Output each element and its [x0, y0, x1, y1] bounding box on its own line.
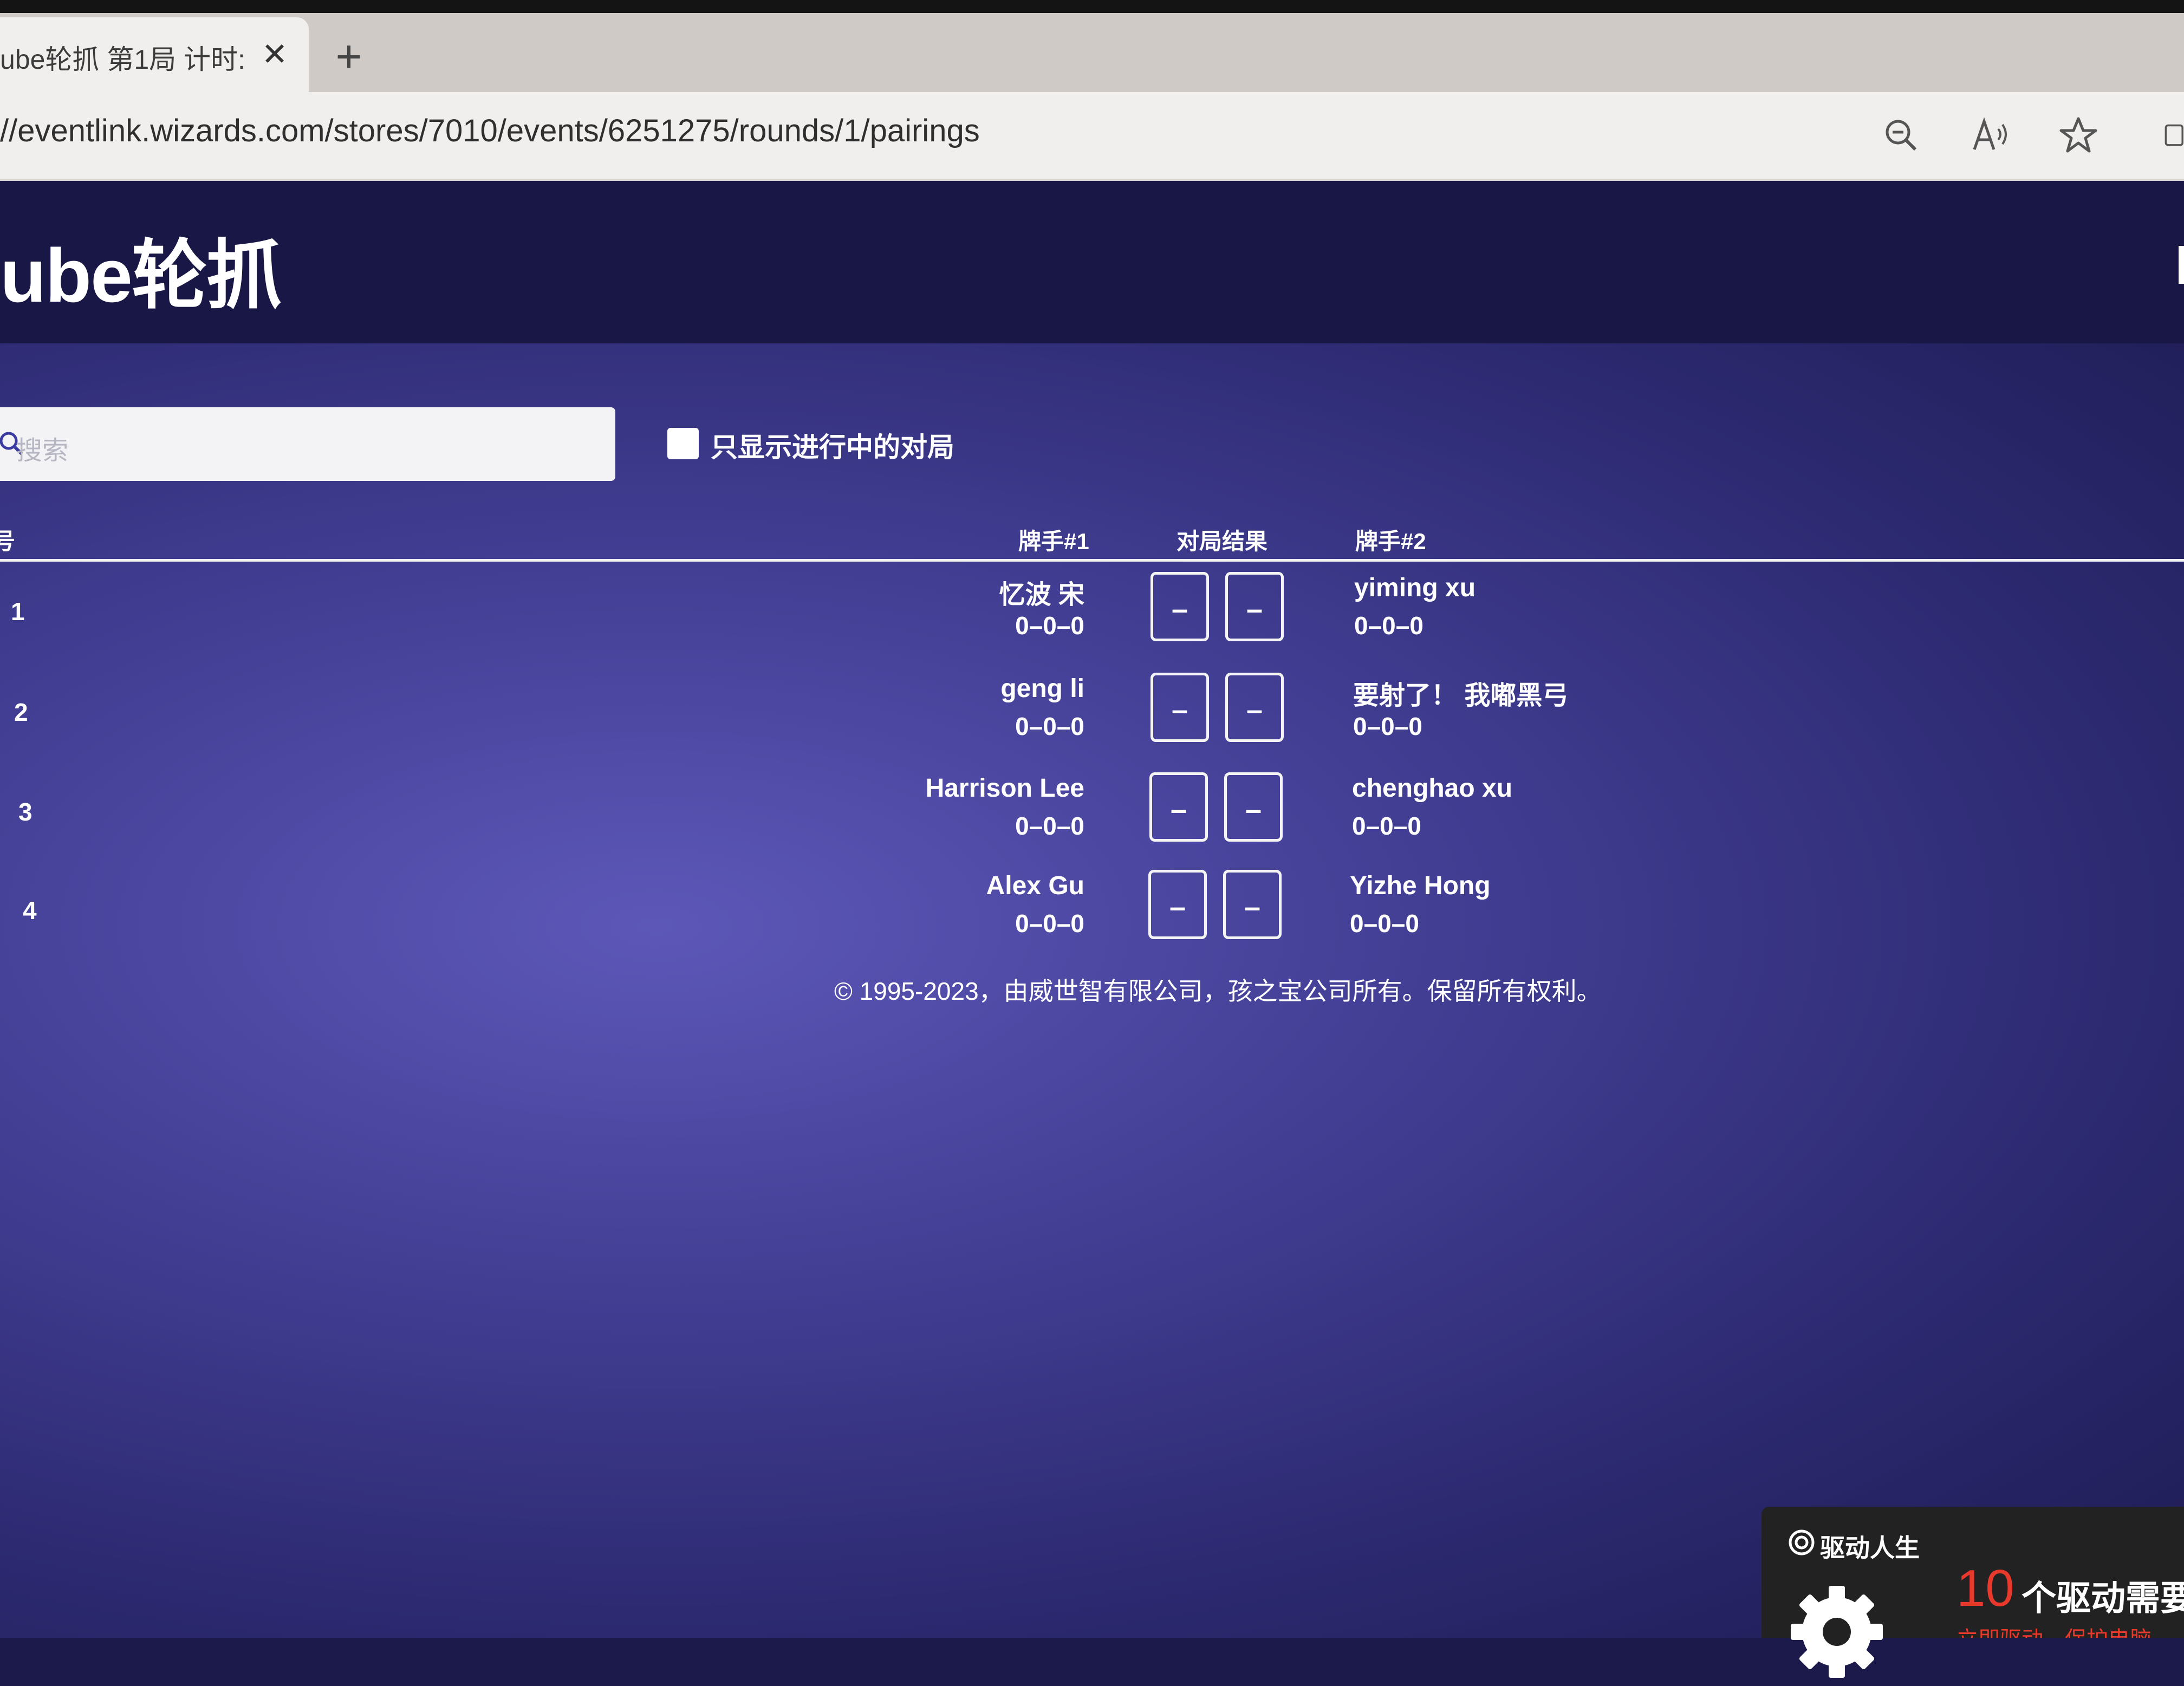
player1-record: 0–0–0: [1015, 812, 1084, 840]
active-matches-label[interactable]: 只显示进行中的对局: [711, 426, 954, 465]
browser-tab[interactable]: ube轮抓 第1局 计时: ✕: [0, 17, 309, 92]
player1-wins-box[interactable]: –: [1148, 870, 1207, 939]
player1-wins-box[interactable]: –: [1150, 673, 1209, 742]
player2-wins-box[interactable]: –: [1224, 772, 1283, 842]
copyright-footer: © 1995-2023，由威世智有限公司，孩之宝公司所有。保留所有权利。: [834, 977, 1602, 1005]
tab-title: ube轮抓 第1局 计时:: [0, 44, 245, 75]
table-number: 3: [18, 798, 32, 826]
driver-notification-popup[interactable]: 驱动人生 10 个驱动需要 立即驱动，保护电脑: [1761, 1507, 2184, 1678]
player2-record: 0–0–0: [1352, 812, 1421, 840]
zoom-out-icon[interactable]: [1877, 112, 1924, 158]
player2-name: yiming xu: [1354, 574, 1476, 602]
table-row: 1 忆波 宋 0–0–0 – – yiming xu 0–0–0: [0, 570, 2184, 667]
player2-record: 0–0–0: [1353, 712, 1422, 740]
column-header-player1[interactable]: 牌手#1: [1018, 523, 1089, 556]
player2-record: 0–0–0: [1350, 909, 1419, 938]
table-row: 2 geng li 0–0–0 – – 要射了！ 我嘟黑弓 0–0–0: [0, 671, 2184, 768]
url-text[interactable]: //eventlink.wizards.com/stores/7010/even…: [0, 113, 980, 149]
player1-name: Alex Gu: [986, 871, 1084, 900]
table-number: 4: [23, 896, 37, 925]
table-row: 3 Harrison Lee 0–0–0 – – chenghao xu 0–0…: [0, 770, 2184, 868]
player2-record: 0–0–0: [1354, 611, 1424, 640]
player1-wins-box[interactable]: –: [1149, 772, 1208, 842]
player1-name: geng li: [1000, 674, 1084, 703]
player1-name: 忆波 宋: [999, 581, 1084, 609]
search-input[interactable]: 搜索: [0, 407, 615, 481]
column-header-result[interactable]: 对局结果: [1176, 523, 1268, 556]
header-menu-edge[interactable]: [2179, 246, 2184, 284]
player2-name: 要射了！ 我嘟黑弓: [1353, 681, 1569, 710]
popup-brand-name: 驱动人生: [1820, 1534, 1920, 1562]
player1-wins-box[interactable]: –: [1150, 572, 1209, 641]
player1-record: 0–0–0: [1015, 611, 1084, 640]
page-header: ube轮抓: [0, 181, 2184, 343]
sidebar-icon[interactable]: [2161, 112, 2184, 158]
player1-record: 0–0–0: [1015, 909, 1084, 938]
screen-bezel: [0, 0, 2184, 13]
player2-wins-box[interactable]: –: [1225, 673, 1284, 742]
pairings-panel: 搜索 只显示进行中的对局 桌号 牌手#1 对局结果 牌手#2 1 忆波 宋 0–…: [0, 343, 2184, 1638]
active-matches-checkbox[interactable]: [667, 428, 699, 459]
popup-subtext: 立即驱动，保护电脑: [1956, 1622, 2184, 1638]
player2-wins-box[interactable]: –: [1225, 572, 1284, 641]
player1-record: 0–0–0: [1015, 712, 1084, 740]
player2-name: Yizhe Hong: [1350, 871, 1491, 900]
column-header-player2[interactable]: 牌手#2: [1355, 523, 1426, 556]
tab-strip: ube轮抓 第1局 计时: ✕ +: [0, 13, 2184, 92]
popup-message: 个驱动需要: [2021, 1579, 2184, 1618]
table-number: 2: [14, 698, 28, 726]
header-divider: [0, 559, 2184, 562]
table-number: 1: [11, 597, 25, 626]
column-header-table[interactable]: 桌号: [0, 523, 15, 556]
search-placeholder: 搜索: [16, 437, 69, 465]
player2-name: chenghao xu: [1352, 774, 1513, 803]
read-aloud-icon[interactable]: [1967, 112, 2014, 158]
new-tab-icon[interactable]: +: [327, 34, 370, 79]
close-tab-icon[interactable]: ✕: [256, 36, 294, 74]
page-title: ube轮抓: [0, 233, 282, 318]
player1-name: Harrison Lee: [925, 774, 1084, 803]
driver-count: 10: [1956, 1559, 2014, 1617]
brand-logo-icon: [1787, 1528, 1816, 1557]
address-bar[interactable]: //eventlink.wizards.com/stores/7010/even…: [0, 92, 2184, 181]
favorite-star-icon[interactable]: [2055, 112, 2102, 158]
table-row: 4 Alex Gu 0–0–0 – – Yizhe Hong 0–0–0: [0, 869, 2184, 966]
player2-wins-box[interactable]: –: [1223, 870, 1282, 939]
gear-icon: [1785, 1580, 1888, 1683]
